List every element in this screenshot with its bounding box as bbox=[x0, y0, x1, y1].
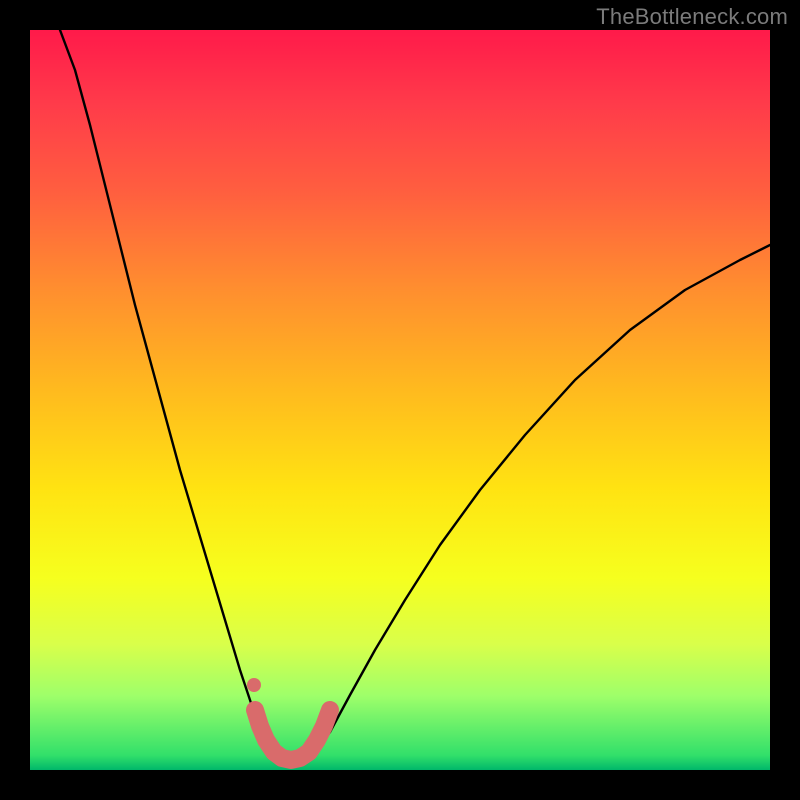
optimal-accent-dot bbox=[247, 678, 261, 692]
watermark-text: TheBottleneck.com bbox=[596, 4, 788, 30]
curve-layer bbox=[30, 30, 770, 770]
optimal-range-highlight bbox=[255, 710, 330, 760]
chart-frame: TheBottleneck.com bbox=[0, 0, 800, 800]
bottleneck-curve bbox=[60, 30, 770, 765]
plot-area bbox=[30, 30, 770, 770]
